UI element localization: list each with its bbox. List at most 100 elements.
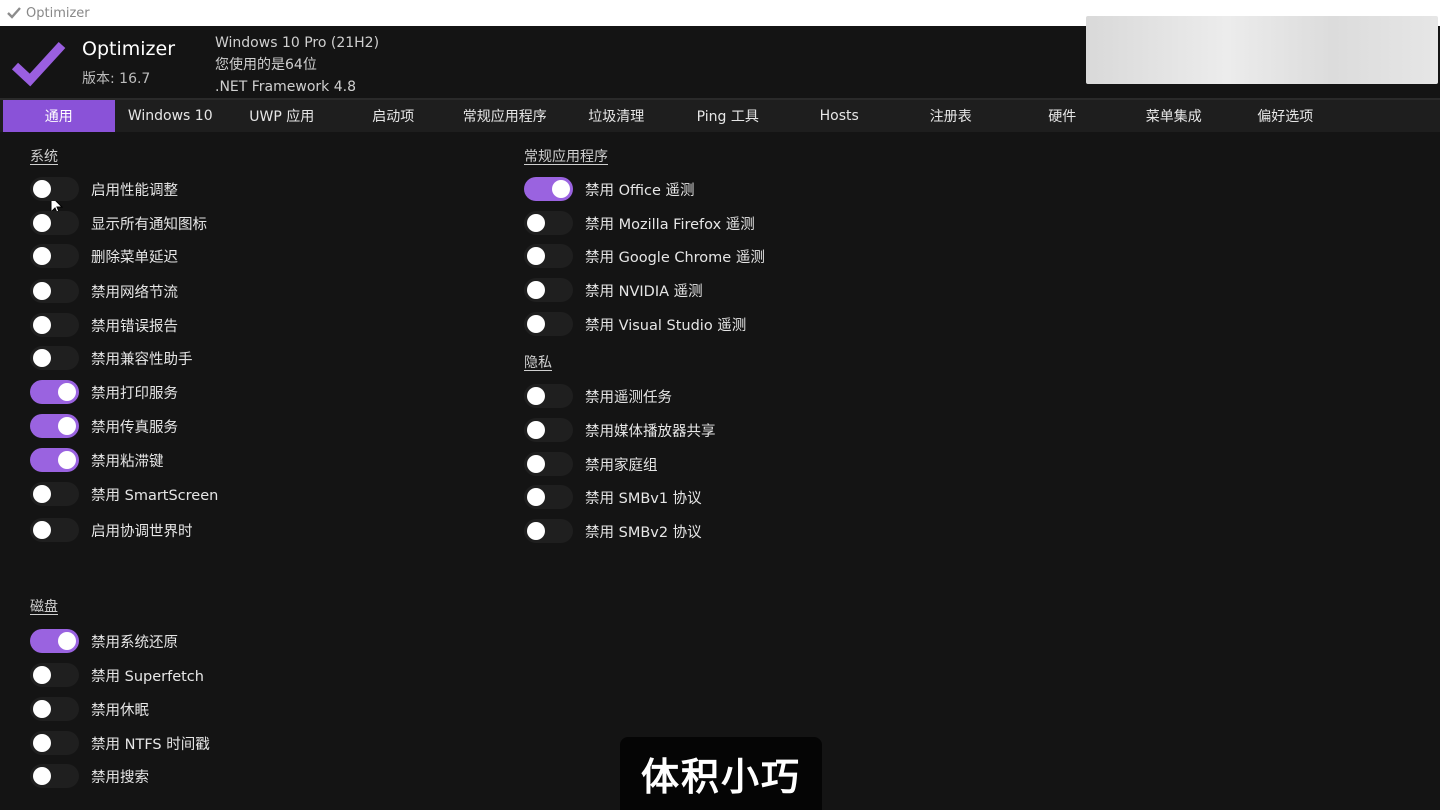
toggle-row-disk-2[interactable]: 禁用休眠 [30,696,149,722]
toggle-row-disk-3[interactable]: 禁用 NTFS 时间戳 [30,730,210,756]
toggle-row-privacy-2[interactable]: 禁用家庭组 [524,451,658,477]
toggle-knob [33,282,51,300]
toggle-label: 禁用错误报告 [91,318,178,335]
toggle-knob [33,180,51,198]
toggle-switch[interactable] [524,452,573,476]
toggle-knob [33,247,51,265]
toggle-label: 禁用 Office 遥测 [585,182,695,199]
toggle-label: 禁用遥测任务 [585,389,672,406]
toggle-row-system-6[interactable]: 禁用打印服务 [30,379,178,405]
toggle-switch[interactable] [30,244,79,268]
toggle-row-system-5[interactable]: 禁用兼容性助手 [30,345,193,371]
tab-startup[interactable]: 启动项 [338,100,450,132]
toggle-switch[interactable] [30,629,79,653]
toggle-row-disk-0[interactable]: 禁用系统还原 [30,628,178,654]
tab-general[interactable]: 通用 [3,100,115,132]
toggle-switch[interactable] [30,663,79,687]
toggle-switch[interactable] [30,697,79,721]
tab-registry[interactable]: 注册表 [895,100,1007,132]
toggle-row-system-4[interactable]: 禁用错误报告 [30,312,178,338]
toggle-row-system-3[interactable]: 禁用网络节流 [30,278,178,304]
toggle-knob [33,767,51,785]
toggle-row-common_apps-1[interactable]: 禁用 Mozilla Firefox 遥测 [524,210,755,236]
toggle-row-system-1[interactable]: 显示所有通知图标 [30,210,207,236]
toggle-switch[interactable] [30,211,79,235]
toggle-knob [33,521,51,539]
toggle-row-common_apps-2[interactable]: 禁用 Google Chrome 遥测 [524,243,765,269]
tab-common-apps[interactable]: 常规应用程序 [449,100,561,132]
toggle-knob [58,383,76,401]
tab-cleaner[interactable]: 垃圾清理 [561,100,673,132]
toggle-knob [33,214,51,232]
tab-hardware[interactable]: 硬件 [1007,100,1119,132]
toggle-label: 禁用 Google Chrome 遥测 [585,249,765,266]
window-title: Optimizer [26,5,90,21]
toggle-label: 禁用 NVIDIA 遥测 [585,283,703,300]
toggle-row-system-2[interactable]: 删除菜单延迟 [30,243,178,269]
toggle-knob [58,417,76,435]
checkmark-icon [6,5,22,21]
architecture-info: 您使用的是64位 [215,57,317,73]
toggle-row-system-10[interactable]: 启用协调世界时 [30,517,193,543]
toggle-switch[interactable] [30,518,79,542]
toggle-row-system-9[interactable]: 禁用 SmartScreen [30,481,218,507]
app-name: Optimizer [82,38,176,60]
toggle-switch[interactable] [30,346,79,370]
tab-strip: 通用 Windows 10 UWP 应用 启动项 常规应用程序 垃圾清理 Pin… [0,98,1440,132]
tab-menu-integration[interactable]: 菜单集成 [1118,100,1230,132]
toggle-row-disk-1[interactable]: 禁用 Superfetch [30,662,204,688]
toggle-row-common_apps-4[interactable]: 禁用 Visual Studio 遥测 [524,311,746,337]
toggle-label: 禁用系统还原 [91,634,178,651]
toggle-row-system-8[interactable]: 禁用粘滞键 [30,447,164,473]
toggle-label: 禁用 Visual Studio 遥测 [585,317,747,334]
toggle-label: 启用性能调整 [91,182,178,199]
toggle-knob [33,700,51,718]
toggle-switch[interactable] [524,244,573,268]
tab-ping-tool[interactable]: Ping 工具 [672,100,784,132]
toggle-knob [33,666,51,684]
toggle-switch[interactable] [524,211,573,235]
toggle-switch[interactable] [30,177,79,201]
tab-uwp-apps[interactable]: UWP 应用 [226,100,338,132]
toggle-row-common_apps-3[interactable]: 禁用 NVIDIA 遥测 [524,277,703,303]
toggle-switch[interactable] [30,313,79,337]
toggle-switch[interactable] [30,380,79,404]
toggle-row-privacy-3[interactable]: 禁用 SMBv1 协议 [524,484,702,510]
section-title-common-apps: 常规应用程序 [524,149,608,165]
toggle-switch[interactable] [30,414,79,438]
toggle-switch[interactable] [524,278,573,302]
blurred-region [1086,16,1438,84]
toggle-knob [33,734,51,752]
toggle-switch[interactable] [30,731,79,755]
toggle-switch[interactable] [524,312,573,336]
tab-windows10[interactable]: Windows 10 [115,100,227,132]
toggle-label: 删除菜单延迟 [91,249,178,266]
toggle-row-common_apps-0[interactable]: 禁用 Office 遥测 [524,176,695,202]
toggle-switch[interactable] [524,519,573,543]
tab-hosts[interactable]: Hosts [784,100,896,132]
toggle-label: 禁用 Superfetch [91,668,204,685]
toggle-row-privacy-0[interactable]: 禁用遥测任务 [524,383,672,409]
toggle-switch[interactable] [30,482,79,506]
toggle-knob [33,316,51,334]
toggle-label: 禁用兼容性助手 [91,351,193,368]
toggle-row-system-0[interactable]: 启用性能调整 [30,176,178,202]
toggle-row-privacy-1[interactable]: 禁用媒体播放器共享 [524,417,716,443]
toggle-switch[interactable] [524,418,573,442]
toggle-label: 禁用搜索 [91,769,149,786]
toggle-row-system-7[interactable]: 禁用传真服务 [30,413,178,439]
toggle-switch[interactable] [30,279,79,303]
toggle-row-disk-4[interactable]: 禁用搜索 [30,763,149,789]
toggle-switch[interactable] [30,764,79,788]
toggle-switch[interactable] [524,384,573,408]
tab-preferences[interactable]: 偏好选项 [1230,100,1342,132]
toggle-switch[interactable] [524,177,573,201]
toggle-label: 禁用 NTFS 时间戳 [91,736,210,753]
toggle-label: 显示所有通知图标 [91,216,207,233]
toggle-row-privacy-4[interactable]: 禁用 SMBv2 协议 [524,518,702,544]
toggle-knob [33,485,51,503]
framework-version: .NET Framework 4.8 [215,79,356,95]
toggle-switch[interactable] [524,485,573,509]
toggle-switch[interactable] [30,448,79,472]
toggle-label: 禁用休眠 [91,702,149,719]
